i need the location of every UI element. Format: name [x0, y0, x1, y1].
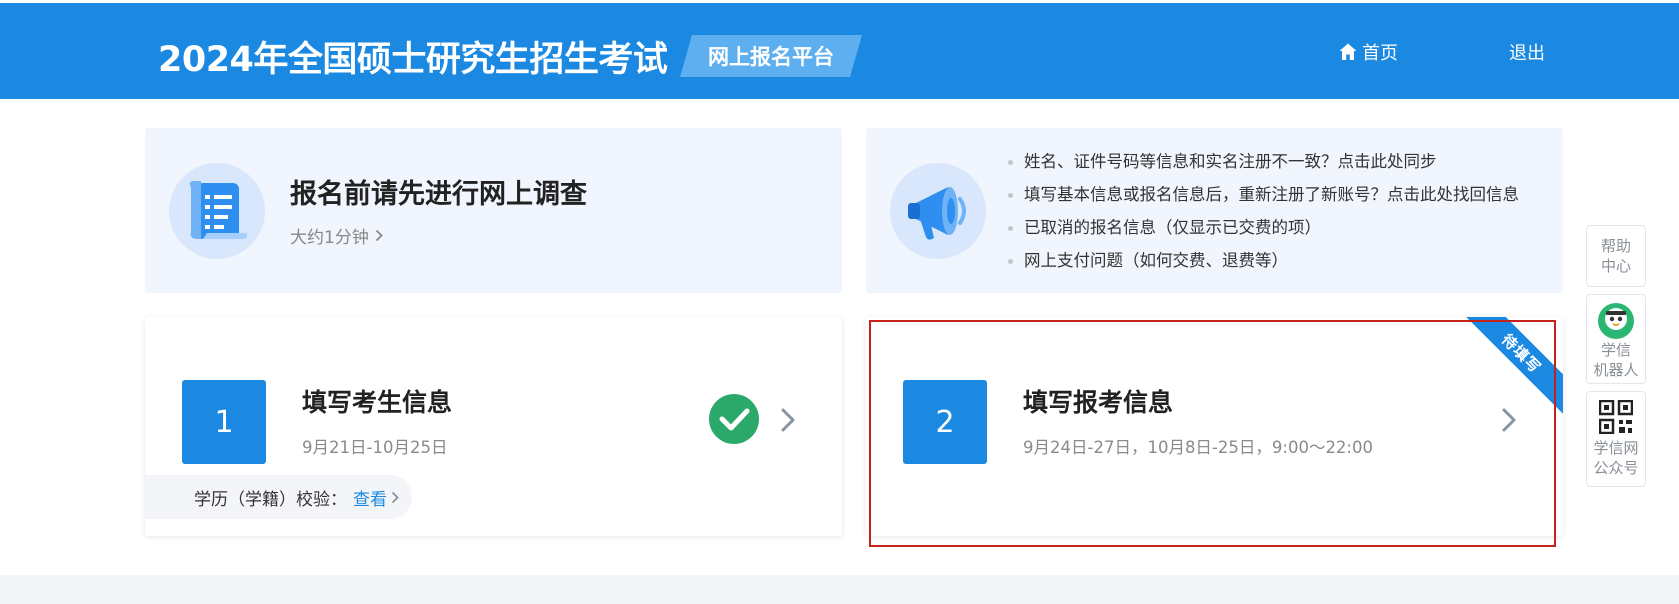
- chevron-right-icon[interactable]: [780, 407, 796, 433]
- verify-link-label: 查看: [353, 489, 387, 510]
- survey-card[interactable]: 报名前请先进行网上调查 大约1分钟: [145, 128, 842, 293]
- step-title: 填写报考信息: [1023, 388, 1174, 417]
- robot-assistant-button[interactable]: 学信 机器人: [1586, 294, 1646, 384]
- help-center-button[interactable]: 帮助 中心: [1586, 225, 1646, 287]
- notice-item-recover[interactable]: 填写基本信息或报名信息后，重新注册了新账号？点击此处找回信息: [1008, 178, 1519, 211]
- chevron-right-icon: [375, 229, 383, 242]
- step-number: 2: [903, 380, 987, 464]
- education-verify-bar: 学历（学籍）校验： 查看: [145, 475, 412, 519]
- survey-title: 报名前请先进行网上调查: [290, 179, 587, 210]
- qr-code-icon: [1599, 400, 1633, 434]
- robot-label-line2: 机器人: [1593, 361, 1639, 379]
- home-icon: [1339, 43, 1357, 60]
- logout-link[interactable]: 退出: [1509, 39, 1545, 65]
- home-link[interactable]: 首页: [1338, 39, 1398, 65]
- help-label-line1: 帮助: [1600, 237, 1631, 255]
- megaphone-icon: [890, 163, 986, 259]
- check-circle-icon: [709, 394, 759, 444]
- notice-item-cancelled[interactable]: 已取消的报名信息（仅显示已交费的项）: [1008, 211, 1519, 244]
- step-number: 1: [182, 380, 266, 464]
- step-card-candidate-info[interactable]: 1 填写考生信息 9月21日-10月25日 学历（学籍）校验： 查看: [145, 317, 842, 536]
- step-dates: 9月24日-27日，10月8日-25日，9:00～22:00: [1023, 438, 1373, 457]
- platform-badge: 网上报名平台: [680, 35, 862, 77]
- step-dates: 9月21日-10月25日: [302, 438, 448, 457]
- wechat-label-line1: 学信网: [1593, 439, 1639, 457]
- help-label-line2: 中心: [1600, 257, 1631, 275]
- survey-link[interactable]: 大约1分钟: [290, 223, 383, 248]
- notice-item-sync[interactable]: 姓名、证件号码等信息和实名注册不一致？点击此处同步: [1008, 145, 1519, 178]
- verify-label: 学历（学籍）校验：: [194, 489, 347, 510]
- chevron-right-icon[interactable]: [1501, 407, 1517, 433]
- home-label: 首页: [1362, 43, 1398, 64]
- top-header: 2024年全国硕士研究生招生考试 网上报名平台 首页 退出: [0, 3, 1679, 99]
- step-card-application-info[interactable]: 2 填写报考信息 9月24日-27日，10月8日-25日，9:00～22:00 …: [866, 317, 1563, 536]
- robot-label-line1: 学信: [1600, 341, 1631, 359]
- logout-label: 退出: [1509, 43, 1545, 64]
- wechat-label-line2: 公众号: [1593, 459, 1639, 477]
- step-title: 填写考生信息: [302, 388, 453, 417]
- survey-subtitle: 大约1分钟: [290, 228, 369, 248]
- pending-ribbon: 待填写: [1459, 317, 1563, 416]
- notice-card: 姓名、证件号码等信息和实名注册不一致？点击此处同步 填写基本信息或报名信息后，重…: [866, 128, 1563, 293]
- notice-item-payment[interactable]: 网上支付问题（如何交费、退费等）: [1008, 244, 1519, 277]
- notice-list: 姓名、证件号码等信息和实名注册不一致？点击此处同步 填写基本信息或报名信息后，重…: [1008, 145, 1519, 277]
- robot-avatar-icon: [1598, 303, 1634, 339]
- page-title: 2024年全国硕士研究生招生考试: [158, 40, 668, 80]
- verify-view-link[interactable]: 查看: [353, 485, 399, 510]
- chevron-right-icon: [391, 491, 399, 503]
- document-list-icon: [169, 163, 265, 259]
- footer-band: [0, 575, 1679, 604]
- wechat-account-button[interactable]: 学信网 公众号: [1586, 391, 1646, 487]
